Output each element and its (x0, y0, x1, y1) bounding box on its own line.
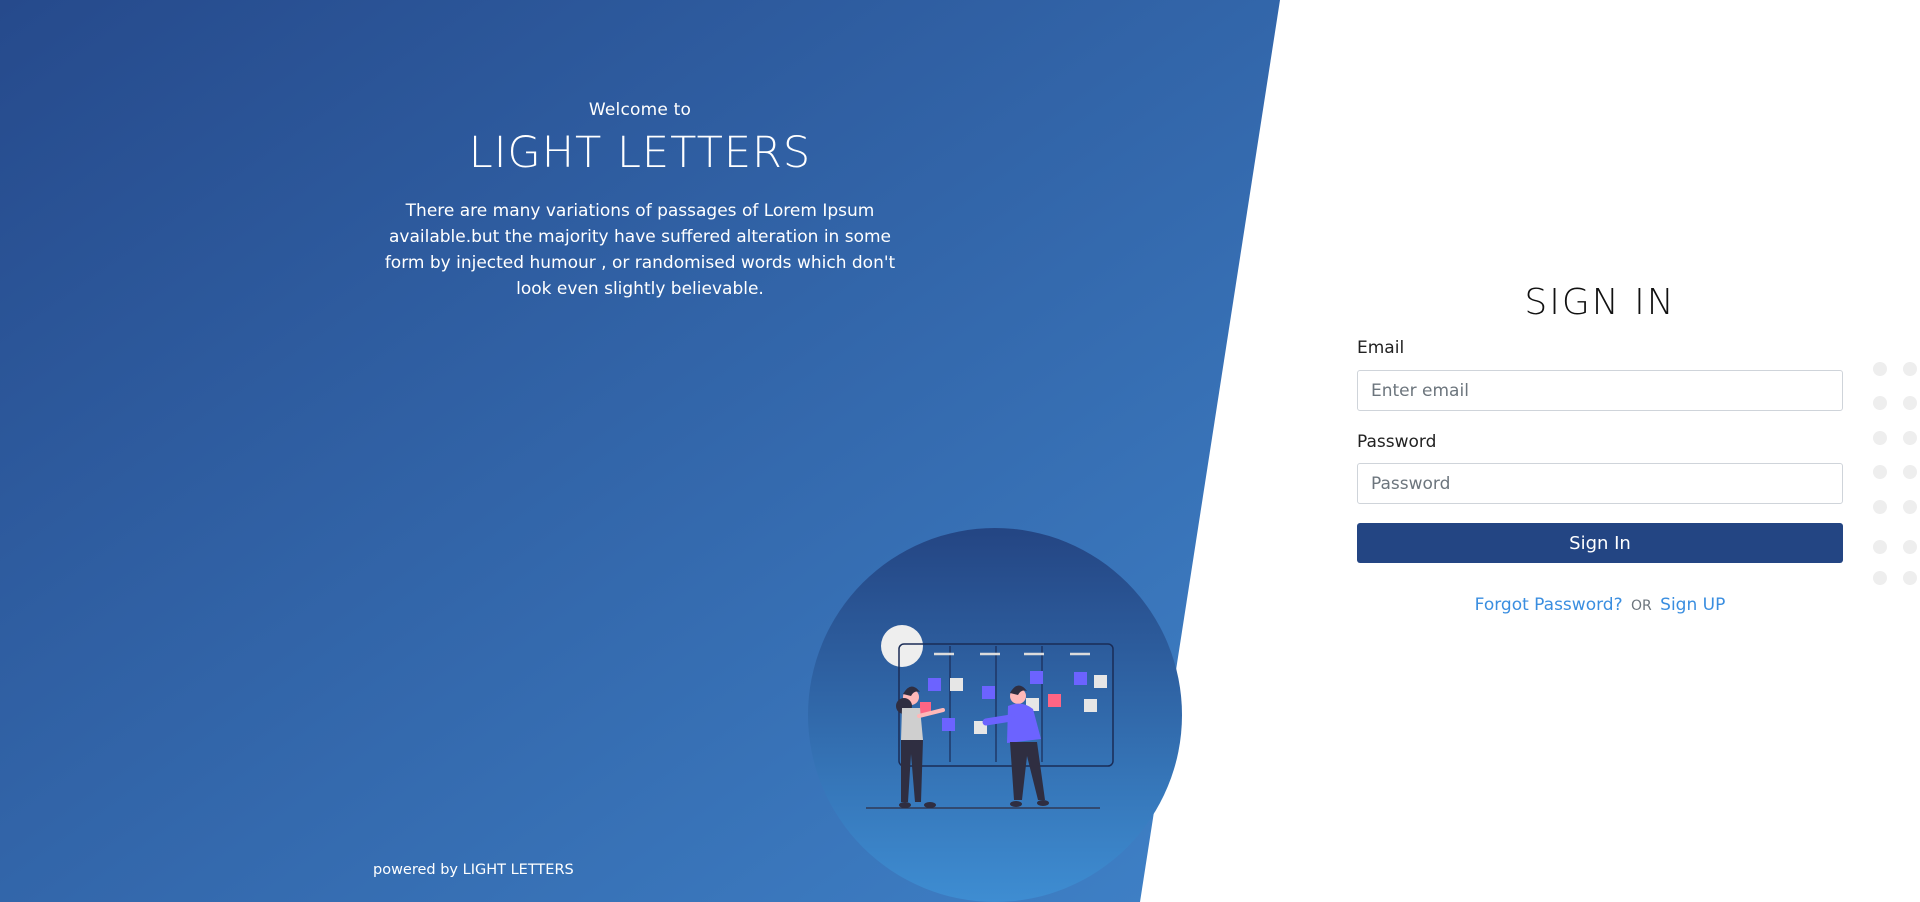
password-input[interactable] (1357, 463, 1843, 504)
login-page: Welcome to LIGHT LETTERS There are many … (0, 0, 1920, 902)
sign-up-link[interactable]: Sign UP (1660, 595, 1725, 615)
hero-description: There are many variations of passages of… (384, 201, 896, 299)
signin-title: SIGN IN (1524, 282, 1676, 323)
powered-by-text: powered by LIGHT LETTERS (373, 862, 574, 878)
dot-grid-decoration (1873, 362, 1917, 585)
email-input[interactable] (1357, 370, 1843, 411)
auth-links: Forgot Password? OR Sign UP (1357, 595, 1843, 615)
email-label: Email (1357, 338, 1405, 358)
password-label: Password (1357, 432, 1437, 452)
team-kanban-illustration (808, 528, 1182, 902)
brand-title: LIGHT LETTERS (468, 128, 812, 178)
welcome-text: Welcome to (588, 100, 692, 120)
forgot-password-link[interactable]: Forgot Password? (1475, 595, 1623, 615)
or-separator: OR (1631, 598, 1652, 614)
sign-in-button[interactable]: Sign In (1357, 523, 1843, 563)
